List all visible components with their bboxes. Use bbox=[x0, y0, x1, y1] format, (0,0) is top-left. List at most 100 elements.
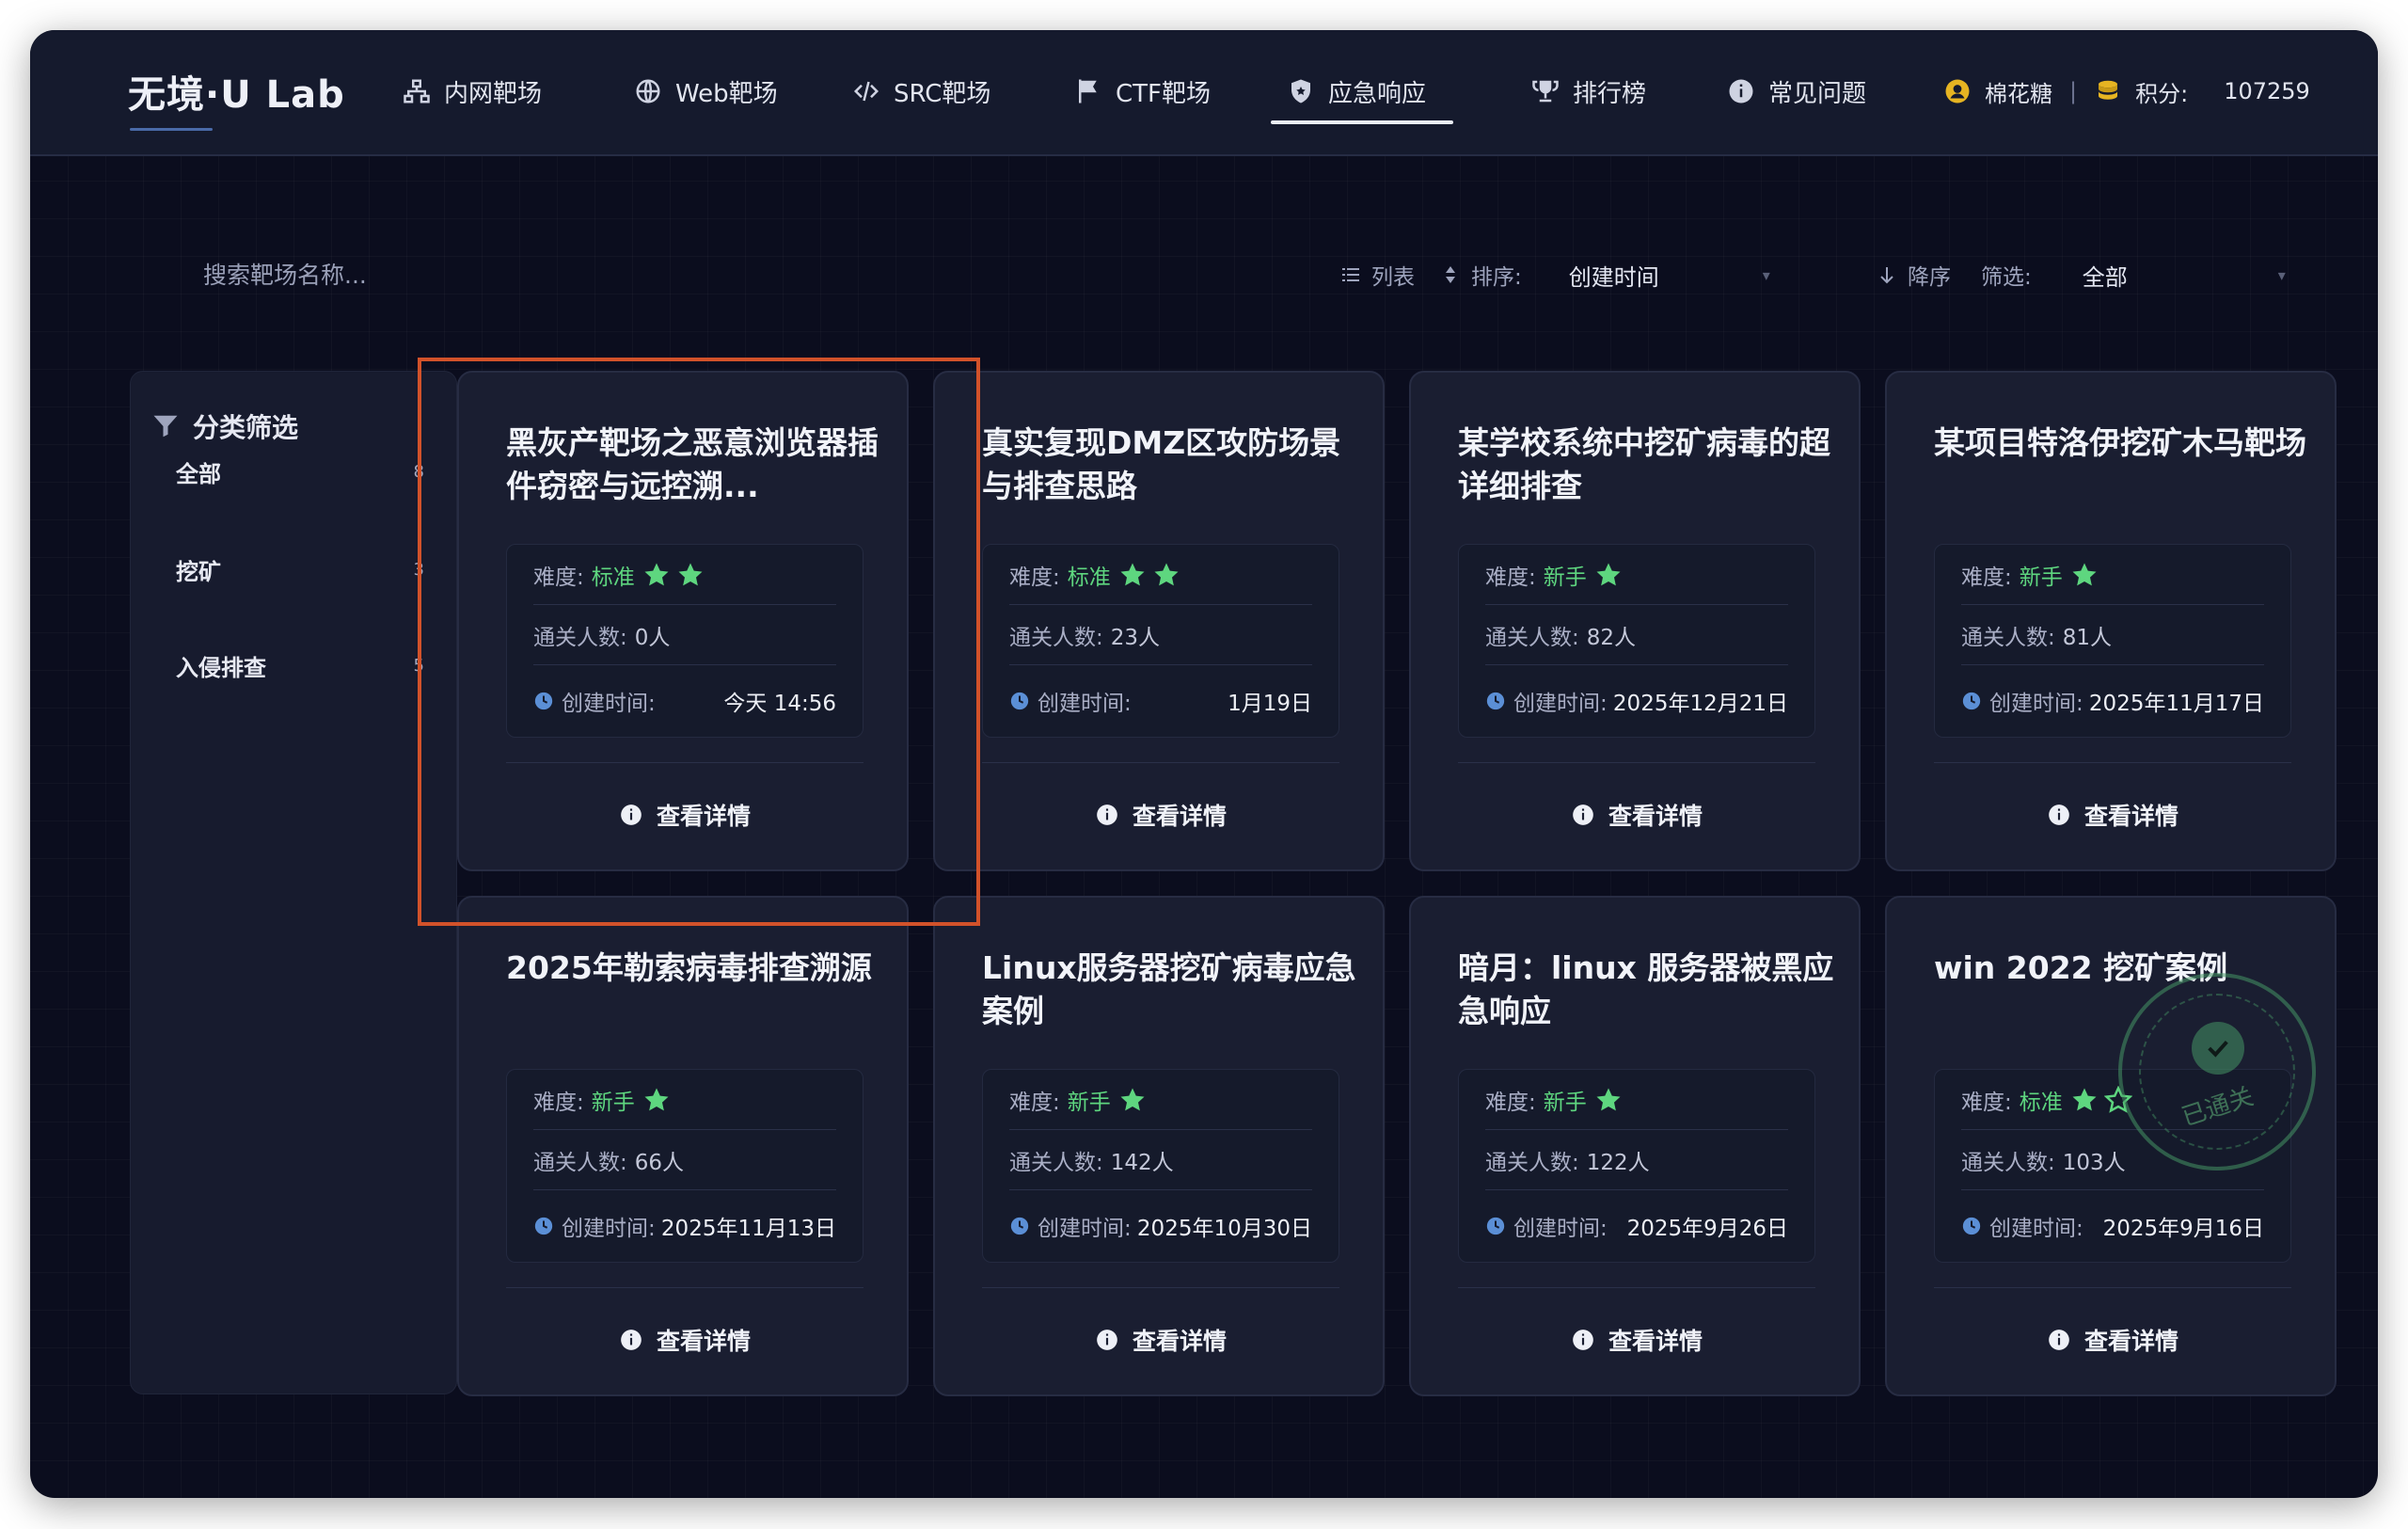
created-label-group: 创建时间: bbox=[1961, 685, 2083, 717]
card-title[interactable]: 某学校系统中挖矿病毒的超详细排查 bbox=[1458, 422, 1834, 508]
created-value: 2025年9月16日 bbox=[2102, 1217, 2264, 1241]
range-card[interactable]: Linux服务器挖矿病毒应急案例 难度: 新手 通关人数: 142人 创建时间: bbox=[933, 896, 1385, 1396]
nav-item-web-range[interactable]: Web靶场 bbox=[634, 72, 778, 110]
star-icon bbox=[1120, 563, 1145, 585]
filter-select-value[interactable]: 全部 bbox=[2083, 259, 2128, 292]
view-details-button[interactable]: 查看详情 bbox=[506, 777, 863, 852]
passed-label: 通关人数: bbox=[1961, 625, 2055, 650]
arrow-down-icon bbox=[1880, 267, 1893, 284]
difficulty-stars bbox=[642, 561, 710, 589]
order-toggle[interactable]: 降序 bbox=[1876, 256, 1951, 294]
star-icon bbox=[678, 563, 703, 585]
view-details-label: 查看详情 bbox=[2083, 803, 2178, 830]
nav-item-intranet-range[interactable]: 内网靶场 bbox=[403, 72, 542, 110]
created-label: 创建时间: bbox=[1989, 692, 2083, 716]
created-label-group: 创建时间: bbox=[1009, 685, 1132, 717]
view-details-button[interactable]: 查看详情 bbox=[982, 777, 1339, 852]
range-card[interactable]: 黑灰产靶场之恶意浏览器插件窃密与远控溯... 难度: 标准 通关人数: 0人 创… bbox=[457, 371, 909, 871]
card-title[interactable]: 暗月：linux 服务器被黑应急响应 bbox=[1458, 947, 1834, 1033]
created-value: 1月19日 bbox=[1228, 692, 1312, 716]
card-divider bbox=[1458, 1287, 1815, 1288]
created-label: 创建时间: bbox=[562, 692, 656, 716]
nav-item-src-range[interactable]: SRC靶场 bbox=[852, 72, 990, 110]
view-details-button[interactable]: 查看详情 bbox=[506, 1302, 863, 1378]
range-card[interactable]: 暗月：linux 服务器被黑应急响应 难度: 新手 通关人数: 122人 创建时… bbox=[1409, 896, 1861, 1396]
card-divider bbox=[1458, 762, 1815, 763]
nav-item-label: 排行榜 bbox=[1573, 79, 1647, 108]
card-title[interactable]: Linux服务器挖矿病毒应急案例 bbox=[982, 947, 1358, 1033]
star-icon bbox=[2072, 563, 2097, 585]
difficulty-label: 难度: bbox=[1009, 1090, 1060, 1115]
difficulty-row: 难度: 新手 bbox=[1009, 1070, 1312, 1130]
check-icon bbox=[2192, 1022, 2244, 1075]
nav-item-label: 常见问题 bbox=[1768, 79, 1867, 108]
info-icon bbox=[621, 1330, 642, 1350]
info-icon bbox=[2049, 1330, 2069, 1350]
view-details-button[interactable]: 查看详情 bbox=[982, 1302, 1339, 1378]
nav-item-ctf-range[interactable]: CTF靶场 bbox=[1074, 72, 1211, 110]
search-input[interactable] bbox=[203, 252, 598, 297]
card-divider bbox=[1934, 1287, 2291, 1288]
clock-icon bbox=[534, 692, 553, 710]
view-details-label: 查看详情 bbox=[1132, 1328, 1227, 1355]
filter-icon bbox=[153, 415, 178, 438]
view-details-button[interactable]: 查看详情 bbox=[1458, 1302, 1815, 1378]
logo[interactable]: 无境·U Lab bbox=[128, 64, 345, 119]
range-card[interactable]: 2025年勒索病毒排查溯源 难度: 新手 通关人数: 66人 创建时间: 202… bbox=[457, 896, 909, 1396]
passed-label: 通关人数: bbox=[1485, 625, 1579, 650]
nav-item-faq[interactable]: 常见问题 bbox=[1727, 72, 1866, 110]
points-label: 积分: bbox=[2135, 80, 2189, 107]
difficulty-value: 新手 bbox=[2019, 565, 2063, 590]
range-card[interactable]: 某项目特洛伊挖矿木马靶场 难度: 新手 通关人数: 81人 创建时间: 2025… bbox=[1885, 371, 2337, 871]
star-icon bbox=[2072, 1088, 2097, 1110]
nav-item-label: 应急响应 bbox=[1328, 79, 1427, 108]
category-item-all[interactable]: 全部 8 bbox=[176, 451, 424, 492]
range-card[interactable]: 某学校系统中挖矿病毒的超详细排查 难度: 新手 通关人数: 82人 创建时间: bbox=[1409, 371, 1861, 871]
card-title[interactable]: 2025年勒索病毒排查溯源 bbox=[506, 947, 882, 990]
passed-value: 82人 bbox=[1586, 625, 1637, 650]
category-item-mining[interactable]: 挖矿 3 bbox=[176, 549, 424, 590]
filter-control[interactable]: 筛选: 全部 ▾ bbox=[1981, 256, 2286, 294]
username[interactable]: 棉花糖 bbox=[1985, 75, 2052, 108]
difficulty-label: 难度: bbox=[1009, 565, 1060, 590]
difficulty-value: 新手 bbox=[1067, 1090, 1111, 1115]
card-title[interactable]: win 2022 挖矿案例 bbox=[1934, 947, 2310, 990]
nav-active-indicator bbox=[1271, 120, 1453, 124]
clock-icon bbox=[1962, 692, 1981, 710]
nav-item-leaderboard[interactable]: 排行榜 bbox=[1531, 72, 1646, 110]
user-avatar-icon[interactable] bbox=[1943, 77, 1972, 105]
sort-select-value[interactable]: 创建时间 bbox=[1569, 259, 1659, 292]
difficulty-stars bbox=[1594, 1086, 1628, 1114]
passed-value: 0人 bbox=[634, 625, 671, 650]
created-row: 创建时间: 2025年11月17日 bbox=[1961, 671, 2264, 731]
view-mode-toggle[interactable]: 列表 bbox=[1339, 256, 1415, 294]
range-card[interactable]: 真实复现DMZ区攻防场景与排查思路 难度: 标准 通关人数: 23人 创建时间: bbox=[933, 371, 1385, 871]
card-divider bbox=[982, 1287, 1339, 1288]
globe-icon bbox=[636, 79, 660, 104]
sort-control[interactable]: 排序: 创建时间 ▾ bbox=[1439, 256, 1770, 294]
star-icon bbox=[1154, 563, 1179, 585]
info-icon bbox=[621, 804, 642, 825]
created-label-group: 创建时间: bbox=[1485, 685, 1608, 717]
nav-item-emergency-response[interactable]: 应急响应 bbox=[1287, 72, 1426, 110]
passed-value: 122人 bbox=[1586, 1150, 1650, 1175]
view-details-button[interactable]: 查看详情 bbox=[1934, 1302, 2291, 1378]
view-details-button[interactable]: 查看详情 bbox=[1458, 777, 1815, 852]
view-details-button[interactable]: 查看详情 bbox=[1934, 777, 2291, 852]
difficulty-stars bbox=[1594, 561, 1628, 589]
category-item-intrusion[interactable]: 入侵排查 5 bbox=[176, 645, 424, 686]
passed-value: 81人 bbox=[2062, 625, 2113, 650]
card-title[interactable]: 黑灰产靶场之恶意浏览器插件窃密与远控溯... bbox=[506, 422, 882, 508]
range-card[interactable]: win 2022 挖矿案例 难度: 标准 通关人数: 103人 创建时间: 20… bbox=[1885, 896, 2337, 1396]
created-value: 2025年11月17日 bbox=[2088, 692, 2264, 716]
card-title[interactable]: 真实复现DMZ区攻防场景与排查思路 bbox=[982, 422, 1358, 508]
difficulty-value: 标准 bbox=[1067, 565, 1111, 590]
clock-icon bbox=[1010, 692, 1029, 710]
created-label-group: 创建时间: bbox=[1485, 1210, 1608, 1242]
card-divider bbox=[506, 762, 863, 763]
difficulty-row: 难度: 新手 bbox=[1485, 1070, 1788, 1130]
card-info-panel: 难度: 标准 通关人数: 23人 创建时间: 1月19日 bbox=[982, 544, 1339, 738]
trophy-icon bbox=[1532, 80, 1559, 103]
card-info-panel: 难度: 标准 通关人数: 0人 创建时间: 今天 14:56 bbox=[506, 544, 863, 738]
card-title[interactable]: 某项目特洛伊挖矿木马靶场 bbox=[1934, 422, 2310, 465]
